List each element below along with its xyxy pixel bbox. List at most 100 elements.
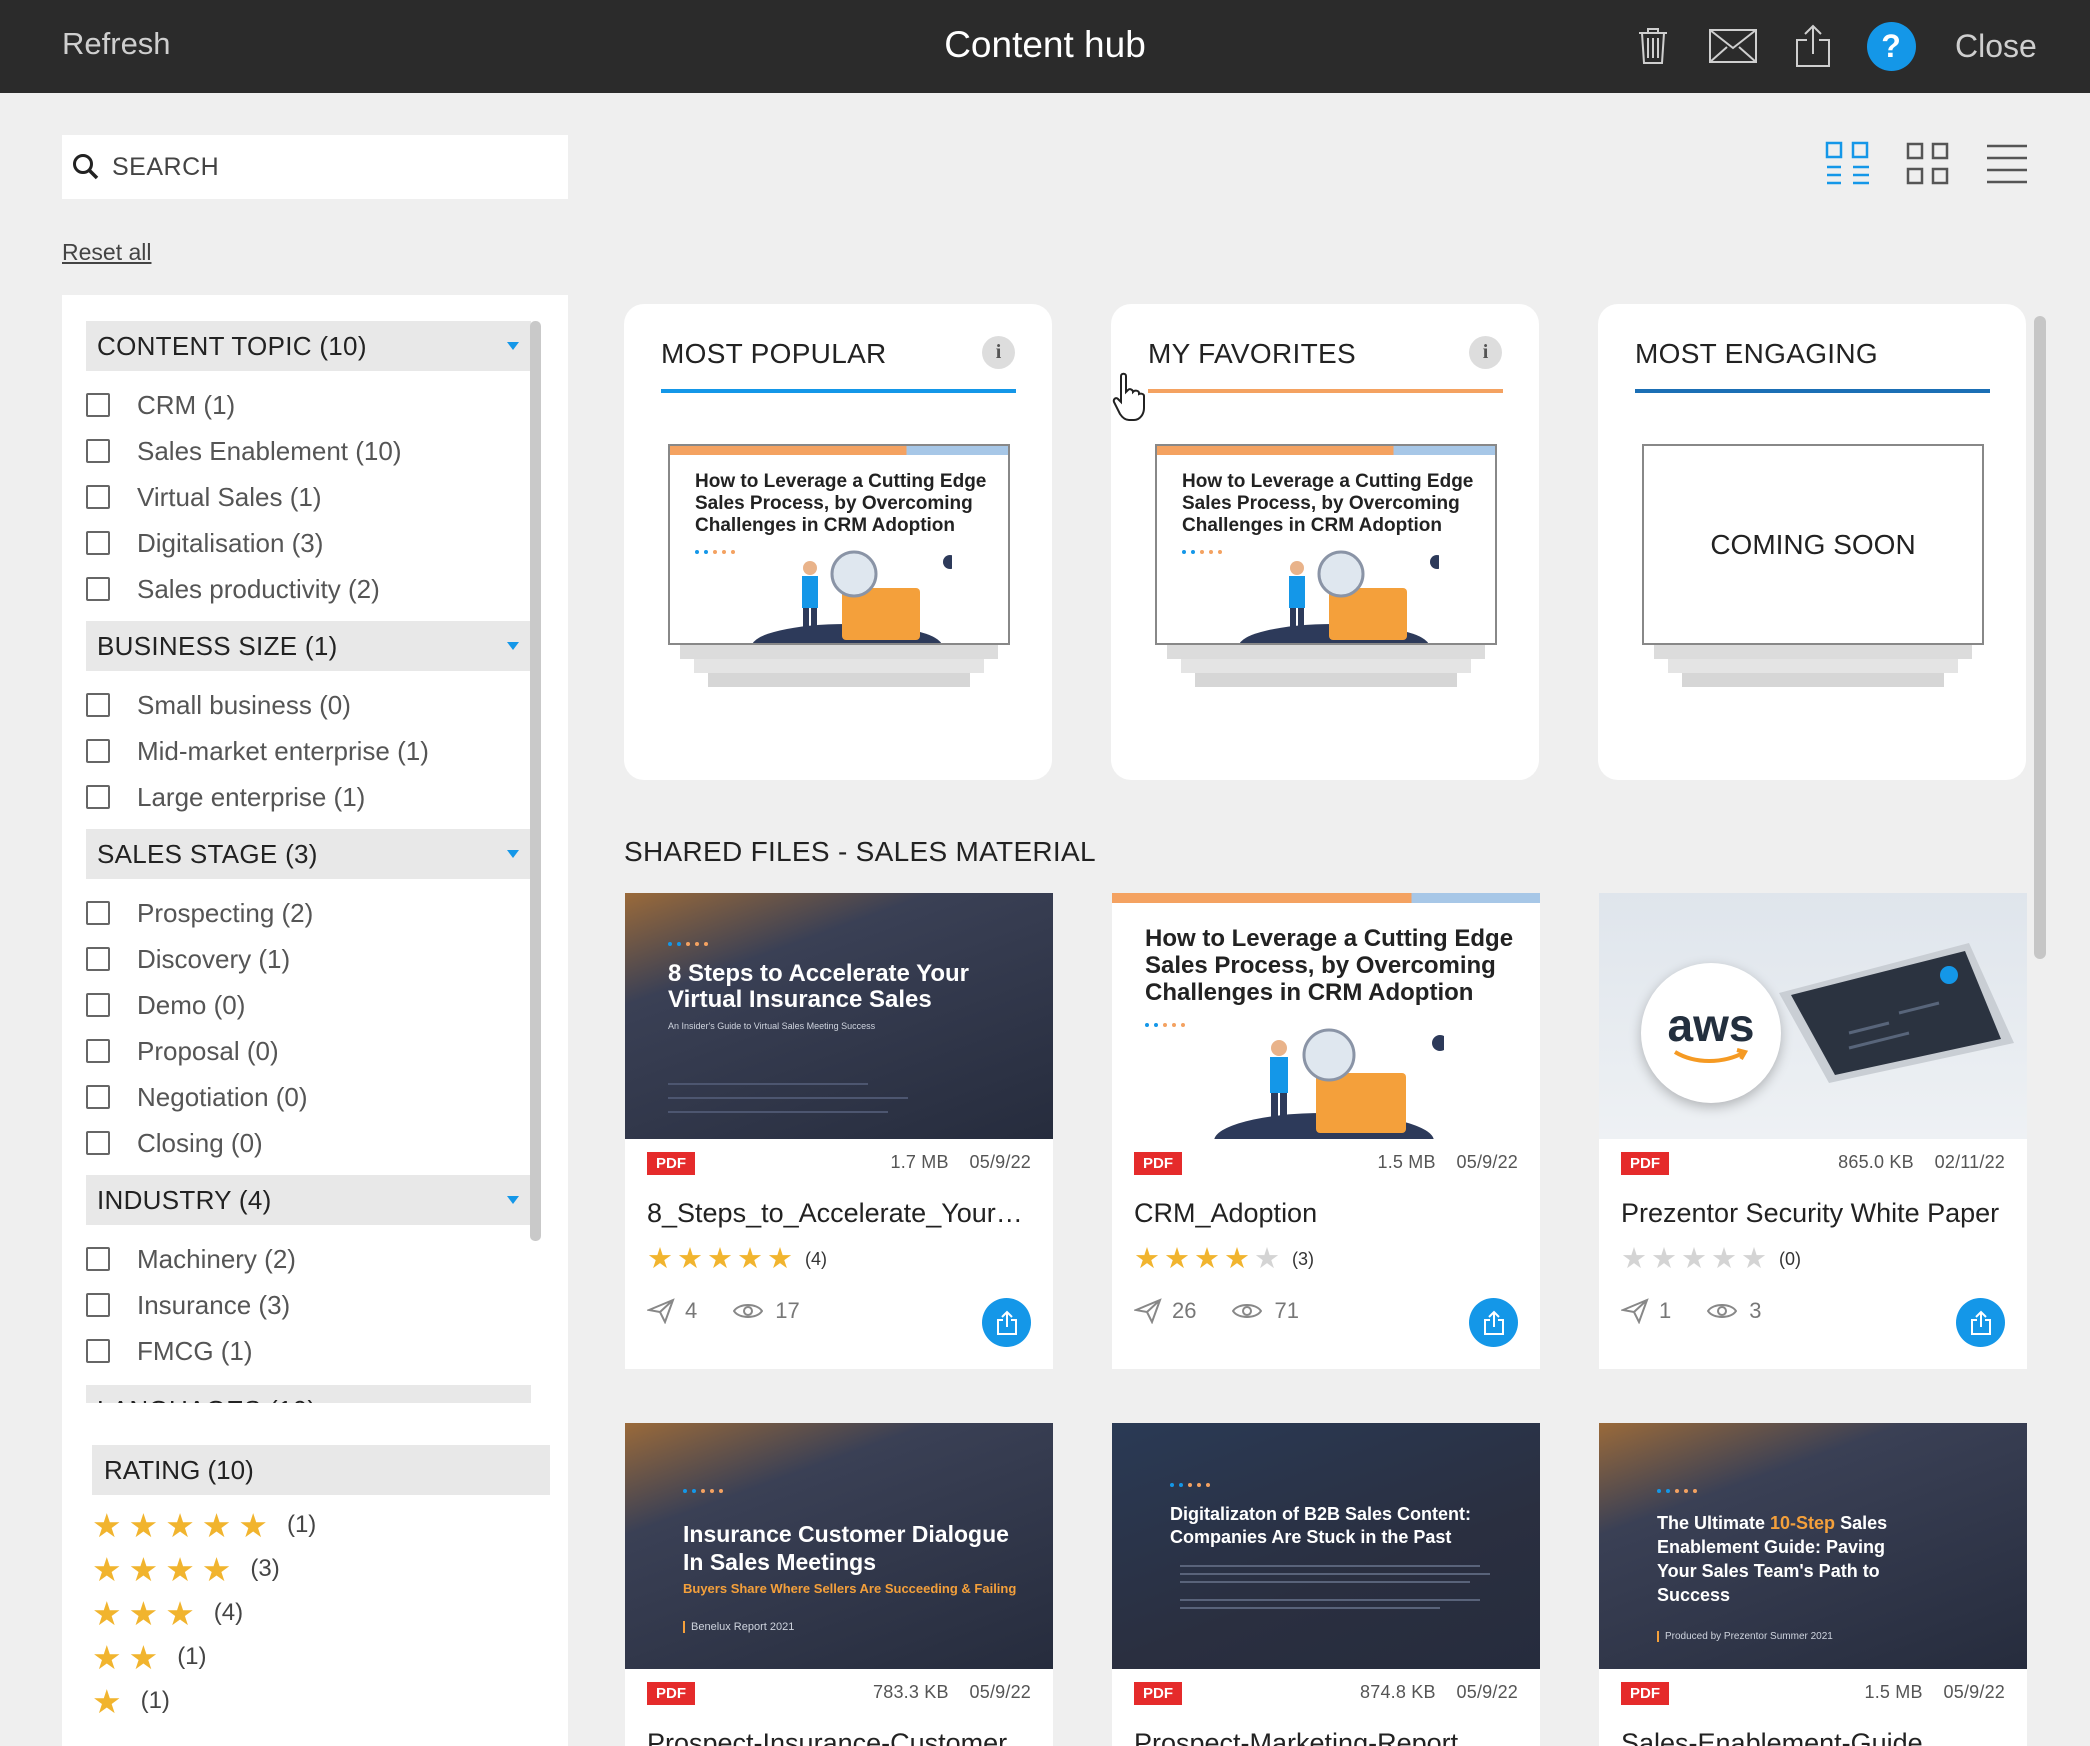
rating-count: (0) <box>1779 1249 1801 1269</box>
search-input[interactable]: SEARCH <box>62 135 568 199</box>
most-engaging-card[interactable]: MOST ENGAGING COMING SOON <box>1598 304 2026 780</box>
filter-group-industry[interactable]: INDUSTRY (4) <box>86 1175 531 1225</box>
filter-group-languages[interactable]: LANGUAGES (10) <box>86 1385 531 1403</box>
checkbox[interactable] <box>86 439 110 463</box>
filter-group-content-topic[interactable]: CONTENT TOPIC (10) <box>86 321 531 371</box>
file-thumbnail[interactable]: The Ultimate 10-Step Sales Enablement Gu… <box>1599 1423 2027 1669</box>
share-button[interactable] <box>982 1298 1031 1347</box>
filter-option-label: Digitalisation (3) <box>137 527 324 558</box>
filter-option-label: Large enterprise (1) <box>137 781 366 812</box>
filter-option-label: Mid-market enterprise (1) <box>137 735 429 766</box>
filter-option[interactable]: Discovery (1) <box>86 939 290 979</box>
checkbox[interactable] <box>86 1131 110 1155</box>
filter-option[interactable]: Digitalisation (3) <box>86 523 323 563</box>
file-rating[interactable]: ★ ★ ★ ★ ★ (4) <box>647 1245 827 1274</box>
file-card[interactable]: How to Leverage a Cutting Edge Sales Pro… <box>1112 893 1540 1369</box>
filter-option[interactable]: FMCG (1) <box>86 1331 253 1371</box>
checkbox[interactable] <box>86 1247 110 1271</box>
file-card[interactable]: Digitalizaton of B2B Sales Content: Comp… <box>1112 1423 1540 1746</box>
rating-filter-5[interactable]: ★ ★ ★ ★ ★ (1) <box>92 1505 316 1545</box>
file-name[interactable]: CRM_Adoption <box>1134 1198 1524 1229</box>
list-grid-view-icon[interactable] <box>1825 141 1871 187</box>
rating-count: (1) <box>140 1687 170 1714</box>
info-icon[interactable]: i <box>982 336 1015 369</box>
checkbox[interactable] <box>86 693 110 717</box>
file-name[interactable]: 8_Steps_to_Accelerate_Your_Virtual_Insur… <box>647 1198 1037 1229</box>
filter-option[interactable]: Large enterprise (1) <box>86 777 365 817</box>
filter-option[interactable]: Closing (0) <box>86 1123 263 1163</box>
list-view-icon[interactable] <box>1985 141 2029 187</box>
checkbox[interactable] <box>86 947 110 971</box>
file-rating[interactable]: ★ ★ ★ ★ ★ (0) <box>1621 1245 1801 1274</box>
checkbox[interactable] <box>86 785 110 809</box>
filter-option[interactable]: Prospecting (2) <box>86 893 313 933</box>
filter-option[interactable]: Mid-market enterprise (1) <box>86 731 429 771</box>
file-thumbnail[interactable]: 8 Steps to Accelerate Your Virtual Insur… <box>625 893 1053 1139</box>
most-popular-card[interactable]: MOST POPULAR i How to Leverage a Cutting… <box>624 304 1052 780</box>
checkbox[interactable] <box>86 993 110 1017</box>
filter-group-sales-stage[interactable]: SALES STAGE (3) <box>86 829 531 879</box>
file-card[interactable]: aws PDF 865.0 KB 02/11/22 Prezentor Secu… <box>1599 893 2027 1369</box>
filter-group-rating[interactable]: RATING (10) <box>92 1445 550 1495</box>
file-card[interactable]: Insurance Customer Dialogue In Sales Mee… <box>625 1423 1053 1746</box>
filter-group-business-size[interactable]: BUSINESS SIZE (1) <box>86 621 531 671</box>
document-thumbnail[interactable]: How to Leverage a Cutting Edge Sales Pro… <box>668 444 1010 645</box>
rating-filter-2[interactable]: ★ ★ (1) <box>92 1637 207 1677</box>
filter-option[interactable]: Sales productivity (2) <box>86 569 380 609</box>
filter-option[interactable]: Virtual Sales (1) <box>86 477 322 517</box>
close-button[interactable]: Close <box>1955 28 2037 65</box>
main-scrollbar[interactable] <box>2034 316 2046 959</box>
file-name[interactable]: Prospect-Marketing-Report <box>1134 1728 1524 1746</box>
file-thumbnail[interactable]: aws <box>1599 893 2027 1139</box>
checkbox[interactable] <box>86 739 110 763</box>
document-thumbnail[interactable]: How to Leverage a Cutting Edge Sales Pro… <box>1155 444 1497 645</box>
help-button[interactable]: ? <box>1866 18 1916 74</box>
export-icon[interactable] <box>1793 18 1833 74</box>
filter-scrollbar[interactable] <box>530 321 541 1241</box>
file-thumbnail[interactable]: Insurance Customer Dialogue In Sales Mee… <box>625 1423 1053 1669</box>
filter-option[interactable]: Insurance (3) <box>86 1285 290 1325</box>
file-rating[interactable]: ★ ★ ★ ★ ★ (3) <box>1134 1245 1314 1274</box>
my-favorites-card[interactable]: MY FAVORITES i How to Leverage a Cutting… <box>1111 304 1539 780</box>
checkbox[interactable] <box>86 1085 110 1109</box>
filter-option[interactable]: Machinery (2) <box>86 1239 296 1279</box>
checkbox[interactable] <box>86 1039 110 1063</box>
filter-option[interactable]: Proposal (0) <box>86 1031 279 1071</box>
share-button[interactable] <box>1956 1298 2005 1347</box>
file-date: 05/9/22 <box>1456 1152 1518 1172</box>
refresh-button[interactable]: Refresh <box>62 26 171 62</box>
filter-option[interactable]: Negotiation (0) <box>86 1077 308 1117</box>
filter-group-title: SALES STAGE (3) <box>97 838 318 869</box>
checkbox[interactable] <box>86 577 110 601</box>
trash-icon[interactable] <box>1633 18 1673 74</box>
file-card[interactable]: 8 Steps to Accelerate Your Virtual Insur… <box>625 893 1053 1369</box>
file-name[interactable]: Prospect-Insurance-Customer <box>647 1728 1037 1746</box>
checkbox[interactable] <box>86 485 110 509</box>
file-name[interactable]: Sales-Enablement-Guide <box>1621 1728 2011 1746</box>
filter-option[interactable]: Small business (0) <box>86 685 351 725</box>
filter-option[interactable]: Demo (0) <box>86 985 245 1025</box>
checkbox[interactable] <box>86 531 110 555</box>
file-name[interactable]: Prezentor Security White Paper <box>1621 1198 2011 1229</box>
rating-filter-1[interactable]: ★ (1) <box>92 1681 170 1721</box>
share-count: 26 <box>1172 1298 1197 1323</box>
rating-filter-4[interactable]: ★ ★ ★ ★ (3) <box>92 1549 280 1589</box>
filter-option-label: FMCG (1) <box>137 1335 253 1366</box>
filter-option[interactable]: CRM (1) <box>86 385 235 425</box>
checkbox[interactable] <box>86 901 110 925</box>
filter-option[interactable]: Sales Enablement (10) <box>86 431 401 471</box>
mail-icon[interactable] <box>1708 18 1758 74</box>
filter-option-label: Negotiation (0) <box>137 1081 308 1112</box>
checkbox[interactable] <box>86 1293 110 1317</box>
share-button[interactable] <box>1469 1298 1518 1347</box>
file-card[interactable]: The Ultimate 10-Step Sales Enablement Gu… <box>1599 1423 2027 1746</box>
reset-all-link[interactable]: Reset all <box>62 239 151 266</box>
rating-filter-3[interactable]: ★ ★ ★ (4) <box>92 1593 243 1633</box>
file-thumbnail[interactable]: Digitalizaton of B2B Sales Content: Comp… <box>1112 1423 1540 1669</box>
checkbox[interactable] <box>86 1339 110 1363</box>
thumbnail-footer: Benelux Report 2021 <box>683 1621 794 1633</box>
file-thumbnail[interactable]: How to Leverage a Cutting Edge Sales Pro… <box>1112 893 1540 1139</box>
grid-view-icon[interactable] <box>1905 141 1951 187</box>
checkbox[interactable] <box>86 393 110 417</box>
info-icon[interactable]: i <box>1469 336 1502 369</box>
